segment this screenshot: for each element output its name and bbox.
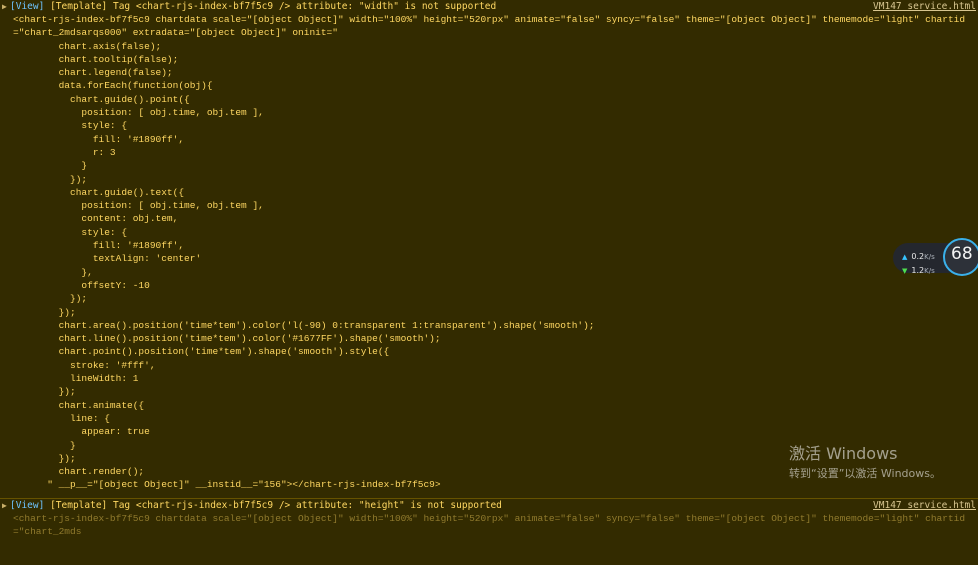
console-warning-entry: ▶ [View] [Template] Tag <chart-rjs-index… xyxy=(0,0,978,497)
upload-speed: ▲ 0.2K/s xyxy=(902,250,935,264)
arrow-up-icon: ▲ xyxy=(902,253,908,261)
watermark-subtitle: 转到“设置”以激活 Windows。 xyxy=(789,467,941,480)
warning-text: [Template] Tag <chart-rjs-index-bf7f5c9 … xyxy=(50,500,502,511)
warning-message: [View] [Template] Tag <chart-rjs-index-b… xyxy=(10,499,502,512)
source-link[interactable]: VM147 service.html xyxy=(873,0,976,13)
template-code-block: <chart-rjs-index-bf7f5c9 chartdata scale… xyxy=(13,14,966,491)
view-tag: [View] xyxy=(10,500,45,511)
view-tag: [View] xyxy=(10,1,45,12)
arrow-down-icon: ▼ xyxy=(902,267,908,275)
watermark-title: 激活 Windows xyxy=(789,444,898,463)
template-code-block: <chart-rjs-index-bf7f5c9 chartdata scale… xyxy=(13,513,966,538)
expand-caret-icon[interactable]: ▶ xyxy=(2,499,7,512)
gauge-value: 68 xyxy=(951,244,973,264)
download-value: 1.2 xyxy=(911,266,925,275)
upload-unit: K/s xyxy=(924,253,935,261)
source-link[interactable]: VM147 service.html xyxy=(873,499,976,512)
download-speed: ▼ 1.2K/s xyxy=(902,264,935,278)
warning-header[interactable]: ▶ [View] [Template] Tag <chart-rjs-index… xyxy=(0,0,978,13)
warning-message: [View] [Template] Tag <chart-rjs-index-b… xyxy=(10,0,496,13)
expand-caret-icon[interactable]: ▶ xyxy=(2,0,7,13)
warning-header[interactable]: ▶ [View] [Template] Tag <chart-rjs-index… xyxy=(0,499,978,512)
windows-activation-watermark: 激活 Windows 转到“设置”以激活 Windows。 xyxy=(789,444,941,482)
usage-gauge[interactable]: 68 xyxy=(943,238,978,276)
network-speed-widget[interactable]: ▲ 0.2K/s ▼ 1.2K/s 68 xyxy=(893,238,978,278)
console-warning-entry: ▶ [View] [Template] Tag <chart-rjs-index… xyxy=(0,498,978,537)
upload-value: 0.2 xyxy=(911,252,925,261)
download-unit: K/s xyxy=(924,267,935,275)
warning-text: [Template] Tag <chart-rjs-index-bf7f5c9 … xyxy=(50,1,497,12)
